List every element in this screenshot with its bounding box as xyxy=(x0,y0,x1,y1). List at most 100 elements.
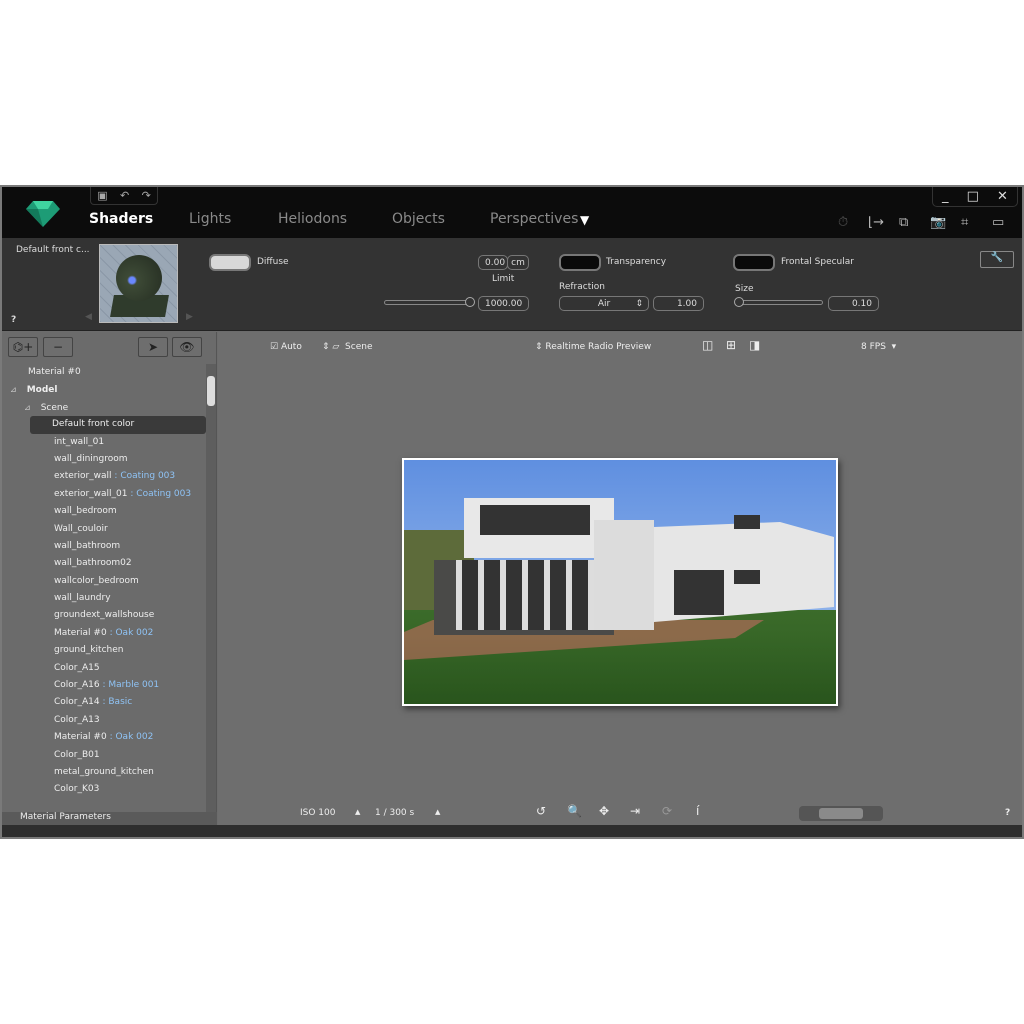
remove-button[interactable]: − xyxy=(43,337,73,357)
help-button[interactable]: ? xyxy=(11,315,16,325)
monitor-icon[interactable]: ▭ xyxy=(992,215,1004,230)
diffuse-color-swatch[interactable] xyxy=(209,254,251,271)
scene-selector[interactable]: ⇕ ▱ Scene xyxy=(322,342,373,352)
tab-objects[interactable]: Objects xyxy=(392,211,445,227)
layers-icon[interactable]: ⧉ xyxy=(899,215,908,230)
tree-item[interactable]: metal_ground_kitchen xyxy=(2,764,206,781)
iso-value[interactable]: ISO 100 xyxy=(300,808,336,818)
layout-center-icon[interactable]: ⊞ xyxy=(726,338,736,352)
tab-lights[interactable]: Lights xyxy=(189,211,231,227)
auto-checkbox[interactable]: ☑ Auto xyxy=(270,342,302,352)
limit-slider[interactable] xyxy=(384,297,475,307)
reset-view-icon[interactable]: ↺ xyxy=(536,804,546,818)
redo-icon[interactable]: ↷ xyxy=(142,189,151,202)
visibility-button[interactable]: 👁 xyxy=(172,337,202,357)
tree-item[interactable]: wall_bedroom xyxy=(2,503,206,520)
refraction-value[interactable]: 1.00 xyxy=(653,296,704,311)
settings-button[interactable]: 🔧 xyxy=(980,251,1014,268)
material-tree-panel: ⌬+ − ➤ 👁 Material #0 ⊿ Model ⊿ Scene Default … xyxy=(2,332,217,816)
add-shader-icon: ⌬+ xyxy=(12,340,34,354)
tab-heliodons[interactable]: Heliodons xyxy=(278,211,347,227)
navigation-slider[interactable] xyxy=(799,806,883,821)
timer-icon[interactable]: ⏱ xyxy=(838,215,848,230)
tree-item[interactable]: ⊿ Scene xyxy=(2,399,206,416)
pan-icon[interactable]: ✥ xyxy=(599,804,609,818)
tree-item[interactable]: Color_K03 xyxy=(2,781,206,798)
tree-item-label: wallcolor_bedroom xyxy=(54,575,139,586)
limit-unit-button[interactable]: cm xyxy=(507,255,529,270)
add-material-button[interactable]: ⌬+ xyxy=(8,337,38,357)
render-mode-selector[interactable]: ⇕ Realtime Radio Preview xyxy=(535,342,651,352)
tree-item-material: : Oak 002 xyxy=(106,627,154,638)
tree-item-label: wall_bathroom xyxy=(54,540,121,551)
scrollbar-thumb[interactable] xyxy=(207,376,215,406)
material-name: Coating 003 xyxy=(136,488,192,499)
fps-selector[interactable]: 8 FPS ▾ xyxy=(861,342,896,352)
size-value[interactable]: 0.10 xyxy=(828,296,879,311)
tree-item[interactable]: groundext_wallshouse xyxy=(2,607,206,624)
walk-icon[interactable]: ⇥ xyxy=(630,804,640,818)
save-icon[interactable]: ▣ xyxy=(97,189,107,202)
axes-icon[interactable]: ⌊→ xyxy=(868,215,884,230)
material-name: Marble 001 xyxy=(108,680,160,691)
minimize-button[interactable]: _ xyxy=(942,189,949,204)
limit-input[interactable]: 0.00 xyxy=(478,255,508,270)
crop-icon[interactable]: ⌗ xyxy=(961,215,968,230)
tree-item[interactable]: exterior_wall : Coating 003 xyxy=(2,468,206,485)
material-preview[interactable] xyxy=(99,244,178,323)
shutter-up-icon[interactable]: ▲ xyxy=(435,808,440,816)
maximize-button[interactable]: □ xyxy=(967,189,979,204)
layout-right-icon[interactable]: ◨ xyxy=(749,338,760,352)
tree-scrollbar[interactable] xyxy=(206,364,216,816)
tab-shaders[interactable]: Shaders xyxy=(89,211,153,227)
help-button[interactable]: ? xyxy=(1005,808,1010,818)
tree-item[interactable]: ground_kitchen xyxy=(2,642,206,659)
tree-item[interactable]: Color_B01 xyxy=(2,747,206,764)
undo-icon[interactable]: ↶ xyxy=(120,189,129,202)
shutter-value[interactable]: 1 / 300 s xyxy=(375,808,414,818)
perspectives-dropdown-icon[interactable]: ▼ xyxy=(580,213,589,227)
select-tool-button[interactable]: ➤ xyxy=(138,337,168,357)
tree-item[interactable]: wall_diningroom xyxy=(2,451,206,468)
tree-item[interactable]: wall_bathroom02 xyxy=(2,555,206,572)
tree-item[interactable]: Color_A14 : Basic xyxy=(2,694,206,711)
expand-icon[interactable]: ⊿ xyxy=(10,385,17,394)
refresh-icon[interactable]: ⟳ xyxy=(662,804,672,818)
tree-item[interactable]: Color_A15 xyxy=(2,660,206,677)
transparency-color-swatch[interactable] xyxy=(559,254,601,271)
size-slider[interactable] xyxy=(734,297,823,307)
tree-item[interactable]: ⊿ Model xyxy=(2,381,206,398)
tree-item[interactable]: Color_A16 : Marble 001 xyxy=(2,677,206,694)
tab-perspectives[interactable]: Perspectives xyxy=(490,211,578,227)
expand-icon[interactable]: ⊿ xyxy=(24,403,31,412)
tree-item[interactable]: int_wall_01 xyxy=(2,434,206,451)
tree-item[interactable]: wall_bathroom xyxy=(2,538,206,555)
zoom-icon[interactable]: 🔍 xyxy=(567,804,582,818)
tree-item[interactable]: Material #0 xyxy=(2,364,206,381)
tree-item-label: wall_bedroom xyxy=(54,506,117,517)
tree-item[interactable]: wall_laundry xyxy=(2,590,206,607)
material-parameters-header[interactable]: Material Parameters xyxy=(2,812,217,825)
status-bar xyxy=(2,825,1022,837)
render-preview[interactable] xyxy=(402,458,838,706)
fps-label: 8 FPS xyxy=(861,342,886,352)
camera-icon[interactable]: 📷 xyxy=(930,215,946,230)
next-arrow-icon[interactable]: ▶ xyxy=(186,312,193,322)
tree-item[interactable]: wallcolor_bedroom xyxy=(2,573,206,590)
iso-up-icon[interactable]: ▲ xyxy=(355,808,360,816)
close-button[interactable]: ✕ xyxy=(997,189,1008,204)
specular-color-swatch[interactable] xyxy=(733,254,775,271)
prev-arrow-icon[interactable]: ◀ xyxy=(85,312,92,322)
tree-item[interactable]: Material #0 : Oak 002 xyxy=(2,625,206,642)
layout-left-icon[interactable]: ◫ xyxy=(702,338,713,352)
limit-slider-value[interactable]: 1000.00 xyxy=(478,296,529,311)
tree-item[interactable]: exterior_wall_01 : Coating 003 xyxy=(2,486,206,503)
info-icon[interactable]: í xyxy=(696,804,699,818)
updown-icon: ⇕ xyxy=(635,299,643,309)
tree-item[interactable]: Material #0 : Oak 002 xyxy=(2,729,206,746)
tree-item[interactable]: Default front color xyxy=(30,416,206,434)
refraction-select[interactable]: Air ⇕ xyxy=(559,296,649,311)
tree-item[interactable]: Color_A13 xyxy=(2,712,206,729)
auto-label: Auto xyxy=(280,342,302,352)
tree-item[interactable]: Wall_couloir xyxy=(2,521,206,538)
